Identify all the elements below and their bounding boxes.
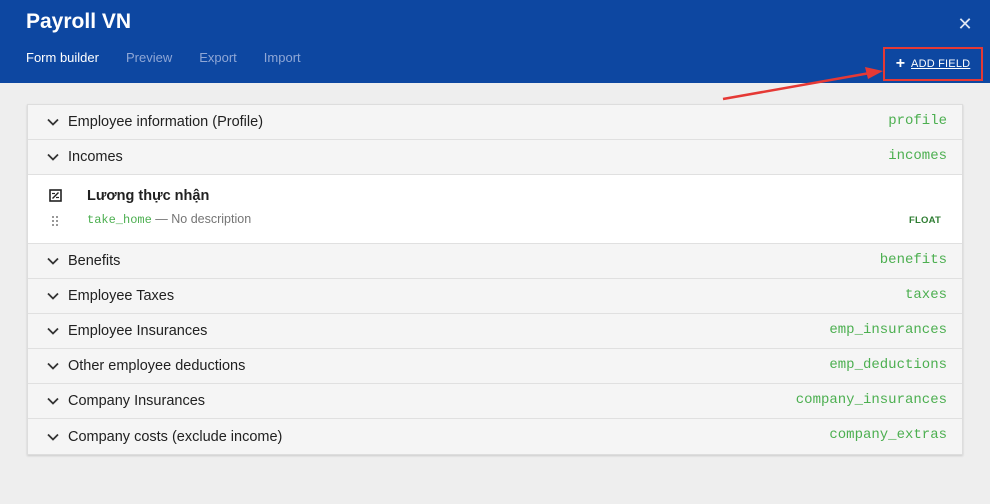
section-title: Company Insurances	[68, 393, 206, 409]
chevron-down-icon	[46, 394, 60, 408]
chevron-down-icon	[46, 324, 60, 338]
field-item[interactable]: Lương thực nhận take_home — No descripti…	[28, 175, 962, 244]
field-code: take_home	[87, 213, 152, 227]
tab-import[interactable]: Import	[264, 50, 301, 68]
app-header: Payroll VN ✕ Form builder Preview Export…	[0, 0, 990, 83]
section-emp-deductions[interactable]: Other employee deductions emp_deductions	[28, 349, 962, 384]
sections-panel: Employee information (Profile) profile I…	[27, 104, 963, 455]
section-key: emp_deductions	[829, 357, 947, 373]
field-description: No description	[171, 212, 252, 226]
section-emp-insurances[interactable]: Employee Insurances emp_insurances	[28, 314, 962, 349]
section-title: Employee Taxes	[68, 288, 175, 304]
chevron-down-icon	[46, 254, 60, 268]
tab-form-builder[interactable]: Form builder	[26, 50, 99, 68]
float-field-icon	[49, 189, 62, 202]
section-incomes[interactable]: Incomes incomes	[28, 140, 962, 175]
field-description-line: take_home — No description	[87, 212, 251, 227]
chevron-down-icon	[46, 115, 60, 129]
section-key: emp_insurances	[829, 322, 947, 338]
section-title: Employee Insurances	[68, 323, 208, 339]
drag-handle-icon[interactable]	[51, 215, 59, 227]
section-key: benefits	[879, 252, 947, 268]
section-key: taxes	[904, 287, 947, 303]
section-key: company_insurances	[795, 392, 947, 408]
tab-bar: Form builder Preview Export Import	[26, 50, 328, 68]
section-key: profile	[888, 113, 947, 129]
add-field-label: ADD FIELD	[911, 58, 971, 70]
close-icon[interactable]: ✕	[955, 14, 975, 34]
chevron-down-icon	[46, 430, 60, 444]
section-company-insurances[interactable]: Company Insurances company_insurances	[28, 384, 962, 419]
section-company-extras[interactable]: Company costs (exclude income) company_e…	[28, 419, 962, 454]
section-title: Employee information (Profile)	[68, 114, 264, 130]
section-title: Incomes	[68, 149, 123, 165]
field-name: Lương thực nhận	[87, 188, 210, 204]
section-key: company_extras	[829, 427, 947, 443]
section-profile[interactable]: Employee information (Profile) profile	[28, 105, 962, 140]
chevron-down-icon	[46, 150, 60, 164]
field-separator: —	[151, 212, 172, 226]
add-field-button[interactable]: + ADD FIELD	[883, 47, 983, 81]
field-type-badge: FLOAT	[909, 215, 941, 226]
section-benefits[interactable]: Benefits benefits	[28, 244, 962, 279]
app-title: Payroll VN	[26, 10, 132, 33]
chevron-down-icon	[46, 289, 60, 303]
tab-export[interactable]: Export	[199, 50, 237, 68]
plus-icon: +	[895, 55, 906, 72]
section-taxes[interactable]: Employee Taxes taxes	[28, 279, 962, 314]
section-title: Benefits	[68, 253, 121, 269]
section-title: Other employee deductions	[68, 358, 246, 374]
section-key: incomes	[888, 148, 947, 164]
tab-preview[interactable]: Preview	[126, 50, 172, 68]
chevron-down-icon	[46, 359, 60, 373]
section-title: Company costs (exclude income)	[68, 428, 283, 445]
